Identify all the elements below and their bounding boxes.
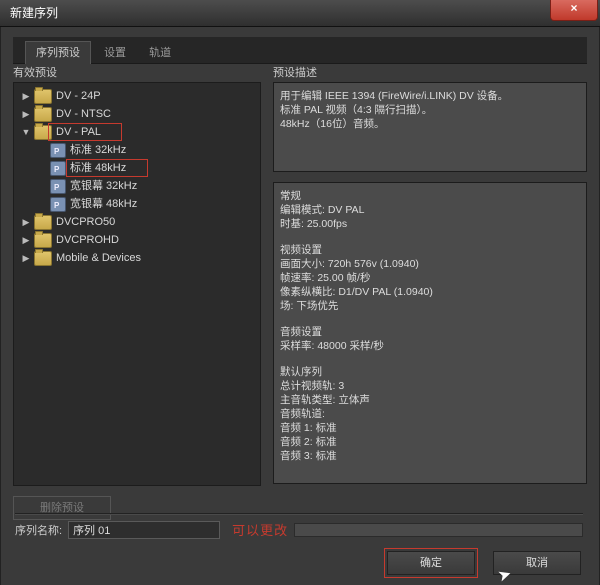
chevron-right-icon[interactable] xyxy=(20,249,32,267)
blank-line xyxy=(280,313,580,325)
preset-tree-box[interactable]: DV - 24PDV - NTSCDV - PAL标准 32kHz标准 48kH… xyxy=(13,82,261,486)
sequence-name-row: 序列名称: 可以更改 xyxy=(15,520,583,539)
detail-line: 编辑模式: DV PAL xyxy=(280,203,580,217)
detail-line: 场: 下场优先 xyxy=(280,299,580,313)
detail-line: 像素纵横比: D1/DV PAL (1.0940) xyxy=(280,285,580,299)
delete-preset-button: 删除预设 xyxy=(13,496,111,520)
tree-folder[interactable]: DV - PAL xyxy=(16,123,258,141)
preset-icon xyxy=(50,161,66,176)
blank-line xyxy=(280,353,580,365)
tree-item-label: DV - 24P xyxy=(56,87,101,105)
folder-icon xyxy=(34,125,52,140)
detail-line: 音频设置 xyxy=(280,325,580,339)
chevron-right-icon[interactable] xyxy=(20,105,32,123)
detail-line: 视频设置 xyxy=(280,243,580,257)
summary-line: 用于编辑 IEEE 1394 (FireWire/i.LINK) DV 设备。 xyxy=(280,89,580,103)
tree-item-label: DV - NTSC xyxy=(56,105,111,123)
tree-item-label: 宽银幕 48kHz xyxy=(70,195,137,213)
preset-icon xyxy=(50,197,66,212)
tree-folder[interactable]: DV - NTSC xyxy=(16,105,258,123)
detail-line: 音频 2: 标准 xyxy=(280,435,580,449)
chevron-right-icon[interactable] xyxy=(20,87,32,105)
ok-button[interactable]: 确定 xyxy=(387,551,475,575)
chevron-right-icon[interactable] xyxy=(20,213,32,231)
tree-item-label: 标准 48kHz xyxy=(70,159,126,177)
separator xyxy=(15,513,583,515)
tree-item-label: DV - PAL xyxy=(56,123,101,141)
folder-icon xyxy=(34,251,52,266)
tree-item-label: Mobile & Devices xyxy=(56,249,141,267)
sequence-name-extend xyxy=(294,523,583,537)
detail-line: 帧速率: 25.00 帧/秒 xyxy=(280,271,580,285)
close-icon: × xyxy=(570,1,577,15)
detail-line: 主音轨类型: 立体声 xyxy=(280,393,580,407)
sequence-name-input[interactable] xyxy=(68,521,220,539)
window-close-button[interactable]: × xyxy=(550,0,598,21)
window-title: 新建序列 xyxy=(10,6,58,20)
folder-icon xyxy=(34,107,52,122)
available-presets-header: 有效预设 xyxy=(13,64,261,78)
sequence-name-label: 序列名称: xyxy=(15,522,62,538)
preset-details-box[interactable]: 常规编辑模式: DV PAL时基: 25.00fps 视频设置画面大小: 720h… xyxy=(273,182,587,484)
preset-description-panel: 预设描述 用于编辑 IEEE 1394 (FireWire/i.LINK) DV… xyxy=(273,64,587,520)
detail-line: 常规 xyxy=(280,189,580,203)
tree-folder[interactable]: DVCPRO50 xyxy=(16,213,258,231)
sequence-name-note: 可以更改 xyxy=(232,520,288,539)
detail-line: 音频 1: 标准 xyxy=(280,421,580,435)
tab-sequence-presets[interactable]: 序列预设 xyxy=(25,41,91,64)
folder-icon xyxy=(34,89,52,104)
tree-preset[interactable]: 标准 32kHz xyxy=(16,141,258,159)
detail-line: 音频轨道: xyxy=(280,407,580,421)
tree-item-label: DVCPRO50 xyxy=(56,213,115,231)
preset-summary-box[interactable]: 用于编辑 IEEE 1394 (FireWire/i.LINK) DV 设备。标… xyxy=(273,82,587,172)
cancel-button[interactable]: 取消 xyxy=(493,551,581,575)
tab-tracks[interactable]: 轨道 xyxy=(139,42,181,64)
tree-preset[interactable]: 宽银幕 48kHz xyxy=(16,195,258,213)
tab-settings[interactable]: 设置 xyxy=(94,42,136,64)
detail-line: 音频 3: 标准 xyxy=(280,449,580,463)
preset-description-header: 预设描述 xyxy=(273,64,587,78)
summary-line: 48kHz（16位）音频。 xyxy=(280,117,580,131)
tree-item-label: DVCPROHD xyxy=(56,231,119,249)
tree-item-label: 宽银幕 32kHz xyxy=(70,177,137,195)
tree-preset[interactable]: 宽银幕 32kHz xyxy=(16,177,258,195)
preset-icon xyxy=(50,143,66,158)
detail-line: 总计视频轨: 3 xyxy=(280,379,580,393)
tree-preset[interactable]: 标准 48kHz xyxy=(16,159,258,177)
chevron-right-icon[interactable] xyxy=(20,231,32,249)
available-presets-panel: 有效预设 DV - 24PDV - NTSCDV - PAL标准 32kHz标准… xyxy=(13,64,261,520)
summary-line: 标准 PAL 视频（4:3 隔行扫描）。 xyxy=(280,103,580,117)
folder-icon xyxy=(34,215,52,230)
dialog-body: 序列预设 设置 轨道 有效预设 DV - 24PDV - NTSCDV - PA… xyxy=(0,27,600,585)
detail-line: 时基: 25.00fps xyxy=(280,217,580,231)
window-titlebar: 新建序列 × xyxy=(0,0,600,27)
tree-item-label: 标准 32kHz xyxy=(70,141,126,159)
blank-line xyxy=(280,231,580,243)
detail-line: 采样率: 48000 采样/秒 xyxy=(280,339,580,353)
tab-bar: 序列预设 设置 轨道 xyxy=(13,37,587,64)
folder-icon xyxy=(34,233,52,248)
tree-folder[interactable]: DVCPROHD xyxy=(16,231,258,249)
tree-folder[interactable]: Mobile & Devices xyxy=(16,249,258,267)
detail-line: 画面大小: 720h 576v (1.0940) xyxy=(280,257,580,271)
chevron-down-icon[interactable] xyxy=(20,123,32,141)
detail-line: 默认序列 xyxy=(280,365,580,379)
dialog-button-row: 确定 取消 xyxy=(387,551,581,575)
preset-tree: DV - 24PDV - NTSCDV - PAL标准 32kHz标准 48kH… xyxy=(14,83,260,271)
tree-folder[interactable]: DV - 24P xyxy=(16,87,258,105)
preset-icon xyxy=(50,179,66,194)
